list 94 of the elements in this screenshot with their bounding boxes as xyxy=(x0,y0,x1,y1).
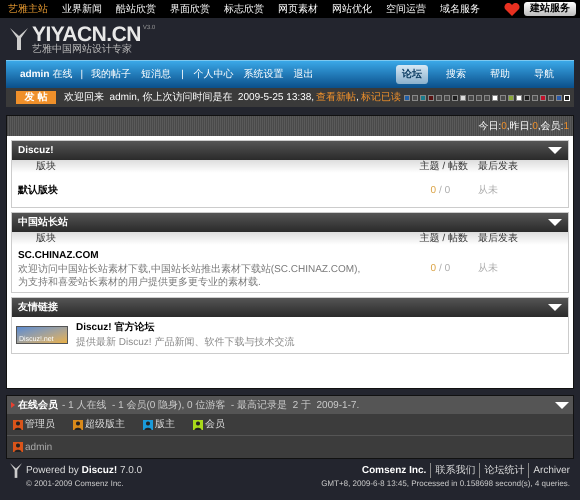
forum-name[interactable]: 默认版块 xyxy=(18,182,366,198)
style-swatch[interactable] xyxy=(468,94,474,100)
style-swatch[interactable] xyxy=(444,94,450,100)
username[interactable]: admin xyxy=(20,67,50,82)
post-count: / 0 xyxy=(438,262,452,276)
user-menu-link[interactable]: 退出 xyxy=(294,67,314,82)
link-name[interactable]: Discuz! 官方论坛 xyxy=(76,320,294,335)
stat-text: 昨日:0, xyxy=(510,120,541,134)
heart-icon xyxy=(504,2,520,16)
collapse-icon[interactable] xyxy=(555,402,569,408)
bullet-icon xyxy=(11,402,15,408)
top-nav-link[interactable]: 网页素材 xyxy=(278,2,332,16)
post-count: / 0 xyxy=(438,184,452,198)
user-menu-link[interactable]: 短消息 xyxy=(141,67,172,82)
collapse-icon[interactable] xyxy=(548,304,562,311)
last-post: 从未 xyxy=(478,184,499,198)
style-swatch[interactable] xyxy=(420,94,426,100)
menu-separator: | xyxy=(80,68,84,82)
company-link[interactable]: Comsenz Inc. xyxy=(362,463,426,478)
role-label: 会员 xyxy=(205,418,225,432)
footer-info: GMT+8, 2009-6-8 13:45, Processed in 0.158698 second(s), 4 queries. xyxy=(321,478,570,490)
stat-text: 会员:1 xyxy=(540,120,569,134)
style-swatch[interactable] xyxy=(548,94,554,100)
style-swatch[interactable] xyxy=(476,94,482,100)
style-swatch[interactable] xyxy=(500,94,506,100)
column-header: 主题 / 帖数 xyxy=(418,162,468,172)
style-swatch[interactable] xyxy=(412,94,418,100)
user-menu-link[interactable]: 我的帖子 xyxy=(91,67,132,82)
style-swatch[interactable] xyxy=(516,94,522,100)
online-status: 在线 xyxy=(52,68,72,82)
mark-read-link[interactable]: 标记已读 xyxy=(360,90,401,105)
style-swatch[interactable] xyxy=(484,94,490,100)
comma-text: , xyxy=(356,91,359,105)
logo-icon xyxy=(10,463,22,478)
main-nav-tab[interactable]: 搜索 xyxy=(440,65,472,84)
top-nav-link[interactable]: 艺雅主站 xyxy=(8,2,62,16)
collapse-icon[interactable] xyxy=(548,147,562,154)
user-menu-link[interactable]: 个人中心 xyxy=(194,67,234,82)
service-button[interactable]: 建站服务 xyxy=(524,2,576,16)
role-label: 管理员 xyxy=(25,418,55,432)
column-header: 最后发表 xyxy=(478,162,519,172)
style-swatch[interactable] xyxy=(436,94,442,100)
welcome-text: 欢迎回来 admin, 你上次访问时间是在 2009-5-25 13:38, xyxy=(64,90,314,105)
collapse-icon[interactable] xyxy=(548,219,562,226)
topic-count: 0 xyxy=(429,184,436,198)
style-swatch[interactable] xyxy=(404,94,410,100)
top-nav-link[interactable]: 酷站欣赏 xyxy=(116,2,170,16)
section-title[interactable]: 友情链接 xyxy=(18,300,58,315)
online-summary: - 1 人在线 - 1 会员(0 隐身), 0 位游客 - 最高记录是 2 于 2009-1-7. xyxy=(62,398,360,412)
main-nav-tab[interactable]: 帮助 xyxy=(484,65,516,84)
copyright-text: © 2001-2009 Comsenz Inc. xyxy=(26,478,125,490)
top-nav-link[interactable]: 界面欣赏 xyxy=(170,2,224,16)
logo-tagline: 艺雅中国网站设计专家 xyxy=(32,44,133,54)
last-post: 从未 xyxy=(478,262,499,276)
style-swatch[interactable] xyxy=(460,94,466,100)
logo-text: YIYACN.CN xyxy=(32,24,141,44)
style-swatch[interactable] xyxy=(532,94,538,100)
section-title[interactable]: 中国站长站 xyxy=(18,215,68,230)
style-swatch[interactable] xyxy=(540,94,546,100)
logo-icon xyxy=(10,28,28,50)
top-nav-link[interactable]: 空间运营 xyxy=(386,2,440,16)
stat-text: 今日:0, xyxy=(478,120,510,134)
footer-link[interactable]: Archiver xyxy=(528,463,570,478)
column-header: 主题 / 帖数 xyxy=(418,234,468,244)
column-header: 版块 xyxy=(36,162,56,172)
top-nav-link[interactable]: 业界新闻 xyxy=(62,2,116,16)
user-menu-link[interactable]: 系统设置 xyxy=(244,67,284,82)
style-swatch[interactable] xyxy=(556,94,562,100)
menu-separator: | xyxy=(181,68,184,82)
main-nav-tab[interactable]: 导航 xyxy=(528,65,560,84)
footer-link[interactable]: 论坛统计 xyxy=(479,463,524,478)
style-swatch[interactable] xyxy=(452,94,458,100)
section-title[interactable]: Discuz! xyxy=(18,143,54,158)
top-nav-link[interactable]: 域名服务 xyxy=(440,2,494,16)
role-label: 超级版主 xyxy=(85,418,125,432)
style-swatch[interactable] xyxy=(508,94,514,100)
new-posts-link[interactable]: 查看新帖 xyxy=(316,90,356,105)
link-description: 提供最新 Discuz! 产品新闻、软件下载与技术交流 xyxy=(76,336,294,350)
footer-link[interactable]: 联系我们 xyxy=(430,463,476,478)
forum-name[interactable]: SC.CHINAZ.COM xyxy=(18,248,366,263)
style-swatch[interactable] xyxy=(492,94,498,100)
top-nav-link[interactable]: 标志欣赏 xyxy=(224,2,278,16)
top-nav-link[interactable]: 网站优化 xyxy=(332,2,386,16)
column-header: 最后发表 xyxy=(478,234,519,244)
style-swatch[interactable] xyxy=(428,94,434,100)
main-nav-tab[interactable]: 论坛 xyxy=(396,65,428,84)
forum-description: 欢迎访问中国站长站素材下载,中国站长站推出素材下载站(SC.CHINAZ.COM),为支持和喜爱站长素材的用户提供更多更专业的素材载. xyxy=(18,263,362,289)
role-label: 版主 xyxy=(155,418,175,432)
online-title[interactable]: 在线会员 xyxy=(18,398,58,412)
online-user[interactable]: admin xyxy=(25,440,52,454)
powered-by-text: Powered by Discuz! 7.0.0 xyxy=(26,464,142,478)
topic-count: 0 xyxy=(429,262,436,276)
style-swatch[interactable] xyxy=(524,94,530,100)
column-header: 版块 xyxy=(36,234,56,244)
